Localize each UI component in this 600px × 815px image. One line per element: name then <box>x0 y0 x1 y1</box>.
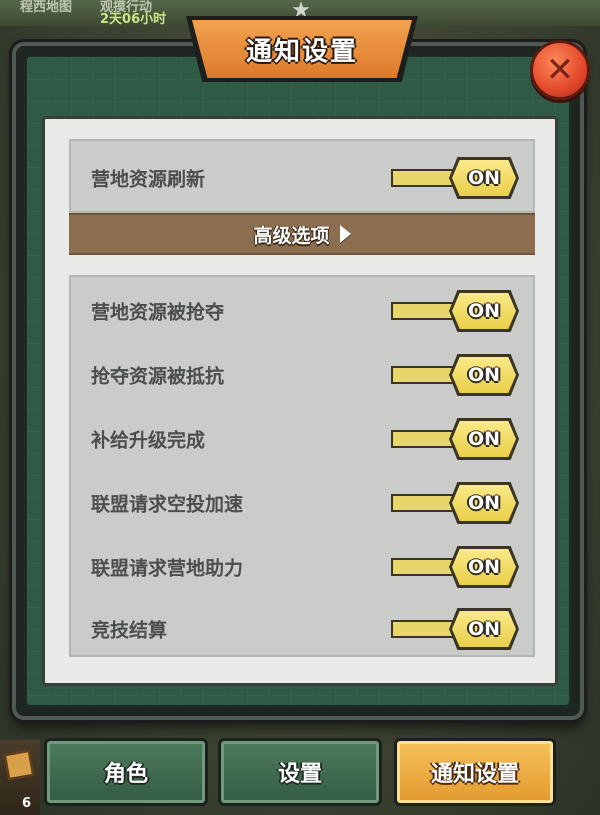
tab-label: 通知设置 <box>430 762 519 787</box>
toggle-knob: ON <box>452 549 516 585</box>
toggle-knob: ON <box>452 611 516 647</box>
background-timer: 2天06小时 <box>100 12 167 27</box>
toggle-switch[interactable]: ON <box>391 157 519 199</box>
toggle-switch[interactable]: ON <box>391 290 519 332</box>
setting-label: 抢夺资源被抵抗 <box>91 365 225 388</box>
toggle-knob: ON <box>452 485 516 521</box>
advanced-options-button[interactable]: 高级选项 <box>69 213 535 255</box>
setting-row: 抢夺资源被抵抗 ON <box>71 343 533 407</box>
advanced-options-label: 高级选项 <box>253 224 330 247</box>
toggle-state: ON <box>467 167 501 189</box>
settings-content-panel: 营地资源刷新 ON 高级选项 营地资源被抢夺 ON 抢夺资源被抵抗 ON 补给升… <box>42 116 558 686</box>
setting-row: 联盟请求营地助力 ON <box>71 535 533 599</box>
toggle-knob: ON <box>452 293 516 329</box>
tab-notification-settings[interactable]: 通知设置 <box>394 738 556 806</box>
toggle-switch[interactable]: ON <box>391 608 519 650</box>
tab-character[interactable]: 角色 <box>44 738 208 806</box>
toggle-knob: ON <box>452 421 516 457</box>
title-banner: 通知设置 <box>192 20 412 78</box>
toggle-knob: ON <box>452 357 516 393</box>
toggle-state: ON <box>467 618 501 640</box>
setting-row: 竞技结算 ON <box>71 597 533 661</box>
arrow-right-icon <box>339 225 351 243</box>
toggle-state: ON <box>467 492 501 514</box>
side-badge-count: 6 <box>22 796 32 811</box>
setting-row: 联盟请求空投加速 ON <box>71 471 533 535</box>
toggle-state: ON <box>467 364 501 386</box>
setting-row: 补给升级完成 ON <box>71 407 533 471</box>
background-text: 程西地图 <box>20 0 73 15</box>
setting-row: 营地资源刷新 ON <box>71 146 533 210</box>
modal-title: 通知设置 <box>245 36 358 67</box>
setting-label: 营地资源刷新 <box>91 168 206 191</box>
scroll-icon <box>3 749 35 781</box>
tab-label: 角色 <box>103 762 148 787</box>
settings-group-basic: 营地资源刷新 ON <box>69 139 535 213</box>
setting-label: 营地资源被抢夺 <box>91 301 225 324</box>
toggle-switch[interactable]: ON <box>391 354 519 396</box>
toggle-state: ON <box>467 556 501 578</box>
setting-label: 联盟请求营地助力 <box>91 557 244 580</box>
settings-group-advanced: 营地资源被抢夺 ON 抢夺资源被抵抗 ON 补给升级完成 ON 联盟请求空投加速… <box>69 275 535 657</box>
setting-label: 联盟请求空投加速 <box>91 493 244 516</box>
setting-row: 营地资源被抢夺 ON <box>71 279 533 343</box>
toggle-state: ON <box>467 428 501 450</box>
close-x-icon: ✕ <box>545 50 575 90</box>
setting-label: 补给升级完成 <box>91 429 206 452</box>
toggle-switch[interactable]: ON <box>391 418 519 460</box>
tab-label: 设置 <box>277 762 322 787</box>
setting-label: 竞技结算 <box>91 619 168 642</box>
toggle-knob: ON <box>452 160 516 196</box>
toggle-switch[interactable]: ON <box>391 546 519 588</box>
toggle-state: ON <box>467 300 501 322</box>
tab-settings[interactable]: 设置 <box>218 738 382 806</box>
toggle-switch[interactable]: ON <box>391 482 519 524</box>
close-button[interactable]: ✕ <box>530 40 590 100</box>
